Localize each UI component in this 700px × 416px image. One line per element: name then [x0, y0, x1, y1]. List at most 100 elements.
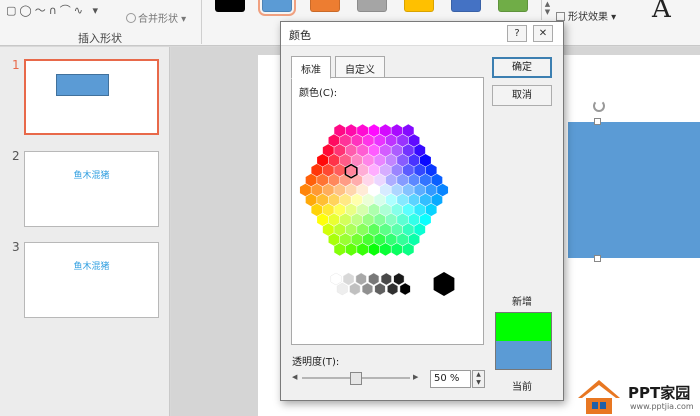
color-cell[interactable] — [305, 173, 317, 187]
color-cell[interactable] — [397, 173, 409, 187]
color-cell[interactable] — [368, 124, 380, 137]
color-cell[interactable] — [368, 243, 380, 256]
color-cell[interactable] — [328, 173, 340, 187]
color-cell[interactable] — [414, 223, 426, 236]
help-button[interactable]: ? — [507, 25, 527, 42]
gray-cell[interactable] — [393, 272, 405, 286]
dialog-titlebar[interactable]: 颜色 ? ✕ — [281, 22, 563, 46]
color-cell[interactable] — [317, 154, 329, 167]
color-cell[interactable] — [362, 154, 374, 167]
resize-handle-top[interactable] — [594, 118, 601, 125]
color-cell[interactable] — [408, 193, 420, 207]
color-cell[interactable] — [339, 213, 351, 226]
color-cell[interactable] — [305, 193, 317, 207]
color-cell[interactable] — [385, 154, 397, 167]
gray-cell[interactable] — [343, 272, 355, 286]
color-cell[interactable] — [402, 183, 414, 197]
color-cell[interactable] — [334, 144, 346, 157]
color-cell[interactable] — [385, 233, 397, 246]
color-cell[interactable] — [391, 203, 403, 217]
color-cell[interactable] — [397, 213, 409, 226]
color-cell[interactable] — [317, 173, 329, 187]
style-swatch-black[interactable] — [215, 0, 245, 12]
gallery-scroll[interactable]: ▲ ▼ — [541, 0, 553, 20]
rotate-handle[interactable] — [593, 100, 605, 112]
color-cell[interactable] — [391, 223, 403, 236]
gray-cell[interactable] — [336, 282, 348, 296]
style-swatch-darkblue[interactable] — [451, 0, 481, 12]
color-cell[interactable] — [368, 203, 380, 217]
color-cell[interactable] — [431, 193, 443, 207]
color-cell[interactable] — [322, 163, 334, 177]
color-cell[interactable] — [339, 134, 351, 147]
color-cell[interactable] — [425, 163, 437, 177]
color-cell[interactable] — [419, 173, 431, 187]
slide-thumbnail-3[interactable]: 鱼木混猪 — [24, 242, 159, 318]
slide-thumbnail-2[interactable]: 鱼木混猪 — [24, 151, 159, 227]
color-cell[interactable] — [397, 233, 409, 246]
color-cell[interactable] — [345, 203, 357, 217]
gray-cell[interactable] — [330, 272, 342, 286]
color-cell[interactable] — [334, 183, 346, 197]
color-cell[interactable] — [379, 203, 391, 217]
color-cell[interactable] — [357, 163, 369, 177]
color-cell[interactable] — [368, 163, 380, 177]
color-cell[interactable] — [328, 134, 340, 147]
color-cell[interactable] — [317, 213, 329, 226]
color-cell[interactable] — [379, 243, 391, 256]
color-cell[interactable] — [385, 193, 397, 207]
color-cell[interactable] — [328, 213, 340, 226]
color-cell[interactable] — [351, 233, 363, 246]
gray-cell[interactable] — [387, 282, 399, 296]
color-cell[interactable] — [351, 213, 363, 226]
color-cell[interactable] — [311, 183, 323, 197]
color-cell[interactable] — [362, 233, 374, 246]
color-cell[interactable] — [419, 193, 431, 207]
style-swatch-blue[interactable] — [258, 0, 296, 16]
color-cell[interactable] — [408, 134, 420, 147]
tab-custom[interactable]: 自定义 — [335, 56, 385, 78]
color-cell[interactable] — [402, 163, 414, 177]
color-cell[interactable] — [357, 243, 369, 256]
color-cell[interactable] — [351, 193, 363, 207]
color-cell[interactable] — [379, 124, 391, 137]
color-cell[interactable] — [374, 193, 386, 207]
color-cell[interactable] — [437, 183, 449, 197]
color-cell[interactable] — [385, 134, 397, 147]
color-honeycomb[interactable] — [292, 78, 485, 346]
color-cell[interactable] — [311, 203, 323, 217]
color-cell[interactable] — [351, 154, 363, 167]
color-cell[interactable] — [402, 223, 414, 236]
color-cell[interactable] — [339, 233, 351, 246]
color-cell[interactable] — [345, 223, 357, 236]
color-cell[interactable] — [322, 144, 334, 157]
color-cell[interactable] — [408, 233, 420, 246]
color-cell[interactable] — [431, 173, 443, 187]
gray-cell[interactable] — [361, 282, 373, 296]
gray-cell[interactable] — [380, 272, 392, 286]
color-cell[interactable] — [408, 213, 420, 226]
cancel-button[interactable]: 取消 — [492, 85, 552, 106]
transparency-slider[interactable]: ◀ ▶ — [292, 371, 420, 385]
color-cell[interactable] — [379, 144, 391, 157]
color-cell[interactable] — [425, 183, 437, 197]
color-cell[interactable] — [351, 134, 363, 147]
color-cell[interactable] — [374, 134, 386, 147]
color-cell[interactable] — [345, 183, 357, 197]
color-cell[interactable] — [339, 173, 351, 187]
shape-effects-button[interactable]: 形状效果 ▾ — [556, 8, 616, 23]
color-cell[interactable] — [345, 144, 357, 157]
color-cell[interactable] — [419, 213, 431, 226]
color-cell[interactable] — [328, 193, 340, 207]
color-cell[interactable] — [391, 144, 403, 157]
color-cell[interactable] — [402, 203, 414, 217]
color-cell[interactable] — [357, 144, 369, 157]
color-cell[interactable] — [402, 124, 414, 137]
color-cell[interactable] — [402, 243, 414, 256]
color-cell[interactable] — [322, 223, 334, 236]
color-cell[interactable] — [391, 183, 403, 197]
gray-cell[interactable] — [374, 282, 386, 296]
ok-button[interactable]: 确定 — [492, 57, 552, 78]
gray-cell[interactable] — [349, 282, 361, 296]
color-cell[interactable] — [362, 134, 374, 147]
